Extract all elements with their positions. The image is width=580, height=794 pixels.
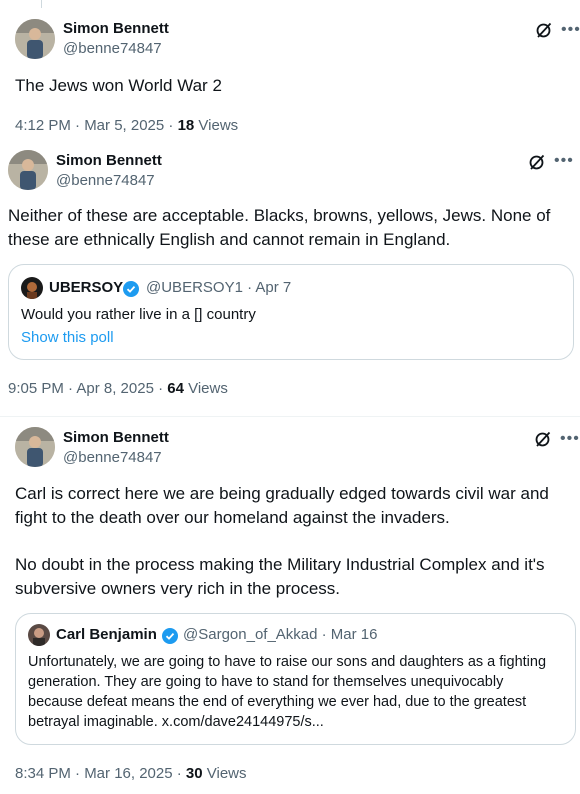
more-icon[interactable]: ••• (560, 431, 580, 447)
quote-text: Unfortunately, we are going to have to r… (28, 654, 547, 730)
post-meta: 9:05 PM · Apr 8, 2025 · 64 Views (8, 380, 228, 397)
quoted-post[interactable]: Carl Benjamin @Sargon_of_Akkad · Mar 16 … (15, 613, 576, 745)
show-poll-link[interactable]: Show this poll (21, 329, 114, 346)
more-icon[interactable]: ••• (554, 153, 574, 169)
post-2: Simon Bennett @benne74847 ••• Neither of… (0, 142, 580, 410)
post-text: The Jews won World War 2 (15, 76, 222, 95)
author-name[interactable]: Simon Bennett (63, 429, 169, 446)
author-handle[interactable]: @benne74847 (56, 172, 155, 189)
more-icon[interactable]: ••• (561, 22, 580, 38)
views-count: 30 (185, 765, 203, 782)
views-label: Views (202, 765, 247, 782)
grok-icon[interactable] (535, 21, 553, 39)
post-meta: 8:34 PM · Mar 16, 2025 · 30 Views (15, 765, 247, 782)
views-label: Views (183, 380, 228, 397)
author-handle[interactable]: @benne74847 (63, 40, 162, 57)
post-text-paragraph-2: No doubt in the process making the Milit… (15, 555, 545, 598)
verified-badge-icon (123, 281, 139, 297)
post-timestamp[interactable]: 4:12 PM · Mar 5, 2025 · (15, 117, 178, 134)
grok-icon[interactable] (528, 153, 546, 171)
post-timestamp[interactable]: 9:05 PM · Apr 8, 2025 · (8, 380, 167, 397)
quote-author-name: Carl Benjamin (56, 626, 157, 643)
author-handle[interactable]: @benne74847 (63, 449, 162, 466)
grok-icon[interactable] (534, 430, 552, 448)
post-timestamp[interactable]: 8:34 PM · Mar 16, 2025 · (15, 765, 186, 782)
views-count: 18 (177, 117, 195, 134)
verified-badge-icon (162, 628, 178, 644)
post-3: Simon Bennett @benne74847 ••• Carl is co… (0, 417, 580, 794)
quote-avatar (28, 624, 50, 646)
post-meta: 4:12 PM · Mar 5, 2025 · 18 Views (15, 117, 238, 134)
quote-handle-date: @UBERSOY1 · Apr 7 (146, 279, 292, 296)
author-avatar[interactable] (15, 427, 55, 467)
post-text-paragraph-1: Carl is correct here we are being gradua… (15, 484, 549, 527)
views-label: Views (194, 117, 239, 134)
quoted-post[interactable]: UBERSOY @UBERSOY1 · Apr 7 Would you rath… (8, 264, 574, 360)
author-name[interactable]: Simon Bennett (56, 152, 162, 169)
author-avatar[interactable] (8, 150, 48, 190)
quote-text: Would you rather live in a [] country (21, 306, 256, 323)
post-text: Neither of these are acceptable. Blacks,… (8, 206, 551, 249)
quote-author-name: UBERSOY (49, 279, 124, 296)
quote-avatar (21, 277, 43, 299)
quote-handle-date: @Sargon_of_Akkad · Mar 16 (183, 626, 378, 643)
views-count: 64 (167, 380, 184, 397)
post-1: Simon Bennett @benne74847 ••• The Jews w… (0, 0, 580, 142)
author-name[interactable]: Simon Bennett (63, 20, 169, 37)
author-avatar[interactable] (15, 19, 55, 59)
